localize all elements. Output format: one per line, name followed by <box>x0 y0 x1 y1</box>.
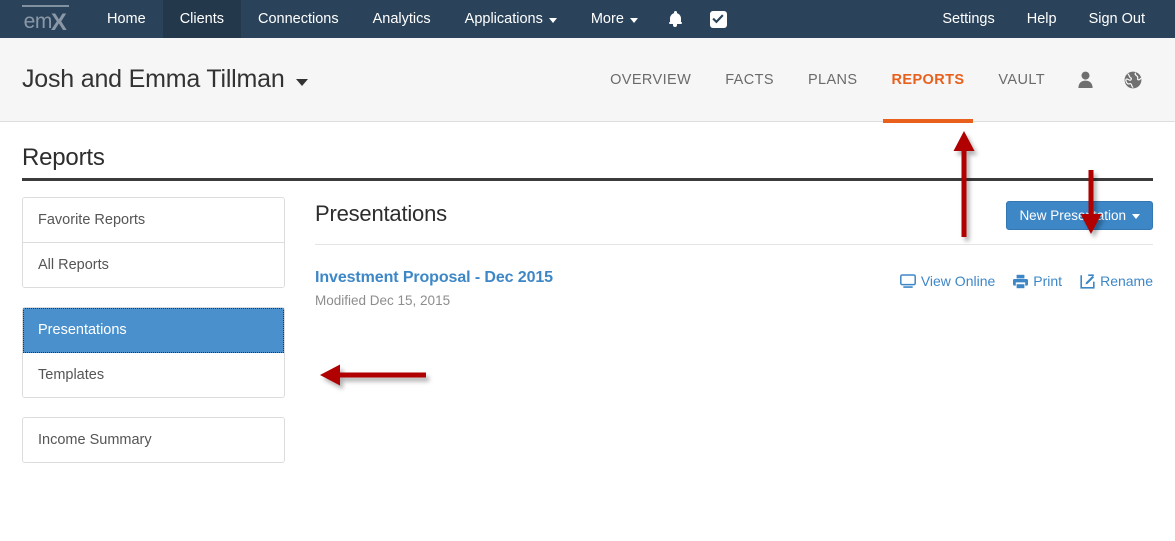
nav-item-analytics-label: Analytics <box>372 11 431 27</box>
subnav-item-overview-label: OVERVIEW <box>610 71 692 88</box>
new-presentation-button[interactable]: New Presentation <box>1006 201 1153 230</box>
chevron-down-icon <box>629 17 638 23</box>
sidebar-item-favorite-reports[interactable]: Favorite Reports <box>23 198 284 243</box>
subnav-item-overview[interactable]: OVERVIEW <box>593 38 708 122</box>
logo-bar <box>21 4 70 7</box>
presentation-modified-date: Modified Dec 15, 2015 <box>315 293 451 308</box>
view-online-action[interactable]: View Online <box>899 273 996 289</box>
nav-item-clients[interactable]: Clients <box>162 0 242 38</box>
top-navbar: emX Home Clients Connections Analytics A… <box>0 0 1175 38</box>
content-columns: Favorite Reports All Reports Presentatio… <box>22 197 1153 482</box>
subnav-item-plans-label: PLANS <box>807 71 858 88</box>
page-body: Reports Favorite Reports All Reports Pre… <box>0 122 1175 482</box>
rename-action[interactable]: Rename <box>1080 273 1153 289</box>
subnav-item-plans[interactable]: PLANS <box>791 38 875 122</box>
nav-item-clients-label: Clients <box>179 11 225 27</box>
subnav-item-vault-label: VAULT <box>998 71 1045 88</box>
presentation-actions: View Online Print Rename <box>899 269 1153 289</box>
chevron-down-icon <box>548 17 557 23</box>
subnav-item-facts[interactable]: FACTS <box>708 38 791 122</box>
bell-icon <box>668 11 682 27</box>
emx-logo-mark: emX <box>21 4 70 36</box>
client-profile-button[interactable] <box>1062 38 1109 122</box>
nav-item-connections[interactable]: Connections <box>241 0 356 38</box>
globe-icon <box>1124 71 1142 88</box>
nav-item-sign-out[interactable]: Sign Out <box>1073 0 1161 38</box>
presentation-name-link[interactable]: Investment Proposal - Dec 2015 <box>315 269 553 286</box>
sidebar-item-income-summary[interactable]: Income Summary <box>23 418 284 462</box>
nav-item-more-label: More <box>590 11 624 27</box>
nav-item-help-label: Help <box>1026 11 1057 27</box>
navbar-primary-links: Home Clients Connections Analytics Appli… <box>90 0 741 38</box>
edit-pencil-icon <box>1080 273 1095 289</box>
client-subnav: OVERVIEW FACTS PLANS REPORTS VAULT <box>593 38 1157 123</box>
checkbox-icon <box>709 10 727 28</box>
chevron-down-icon <box>1132 214 1140 219</box>
subnav-item-vault[interactable]: VAULT <box>981 38 1062 122</box>
logo-text-x: X <box>50 8 67 36</box>
nav-item-settings-label: Settings <box>942 11 995 27</box>
logo-text-em: em <box>23 9 53 33</box>
nav-item-home[interactable]: Home <box>90 0 163 38</box>
nav-item-more[interactable]: More <box>574 0 655 38</box>
notifications-button[interactable] <box>655 0 696 38</box>
page-title-rule <box>22 178 1153 181</box>
new-presentation-button-label: New Presentation <box>1019 208 1126 223</box>
print-action[interactable]: Print <box>1013 273 1062 289</box>
subnav-item-reports-label: REPORTS <box>891 71 965 88</box>
nav-item-applications[interactable]: Applications <box>448 0 574 38</box>
main-header: Presentations New Presentation <box>315 197 1153 230</box>
sidebar-group-2: Presentations Templates <box>22 307 285 398</box>
reports-sidebar: Favorite Reports All Reports Presentatio… <box>22 197 285 482</box>
app-logo[interactable]: emX <box>0 0 90 38</box>
chevron-down-icon <box>295 79 308 86</box>
nav-item-help[interactable]: Help <box>1011 0 1073 38</box>
reports-main: Presentations New Presentation Investmen… <box>285 197 1153 308</box>
person-icon <box>1078 71 1093 88</box>
presentation-info: Investment Proposal - Dec 2015 Modified … <box>315 269 553 308</box>
client-header: Josh and Emma Tillman OVERVIEW FACTS PLA… <box>0 38 1175 123</box>
client-portal-button[interactable] <box>1109 38 1157 122</box>
printer-icon <box>1013 274 1029 288</box>
monitor-icon <box>899 273 916 288</box>
sidebar-item-templates-label: Templates <box>38 367 105 383</box>
print-label: Print <box>1033 273 1063 289</box>
sidebar-item-all-reports[interactable]: All Reports <box>23 243 284 287</box>
subnav-item-reports[interactable]: REPORTS <box>875 38 982 123</box>
sidebar-item-favorite-reports-label: Favorite Reports <box>38 212 146 228</box>
client-name-dropdown[interactable]: Josh and Emma Tillman <box>22 65 308 94</box>
sidebar-item-presentations[interactable]: Presentations <box>23 308 284 353</box>
subnav-item-facts-label: FACTS <box>725 71 774 88</box>
nav-item-analytics[interactable]: Analytics <box>356 0 448 38</box>
nav-item-sign-out-label: Sign Out <box>1088 11 1145 27</box>
presentation-list-item: Investment Proposal - Dec 2015 Modified … <box>315 245 1153 308</box>
rename-label: Rename <box>1100 273 1153 289</box>
nav-item-home-label: Home <box>107 11 146 27</box>
client-name-label: Josh and Emma Tillman <box>22 65 285 93</box>
sidebar-item-all-reports-label: All Reports <box>38 257 109 273</box>
sidebar-group-3: Income Summary <box>22 417 285 463</box>
view-online-label: View Online <box>920 273 996 289</box>
sidebar-group-1: Favorite Reports All Reports <box>22 197 285 288</box>
sidebar-item-income-summary-label: Income Summary <box>38 432 152 448</box>
nav-item-connections-label: Connections <box>258 11 339 27</box>
nav-item-applications-label: Applications <box>464 11 543 27</box>
nav-item-settings[interactable]: Settings <box>926 0 1010 38</box>
sidebar-item-presentations-label: Presentations <box>38 322 127 338</box>
section-title: Presentations <box>315 201 447 226</box>
sidebar-item-templates[interactable]: Templates <box>23 353 284 397</box>
page-title: Reports <box>22 144 105 171</box>
tasks-button[interactable] <box>696 0 741 38</box>
navbar-secondary-links: Settings Help Sign Out <box>926 0 1175 38</box>
